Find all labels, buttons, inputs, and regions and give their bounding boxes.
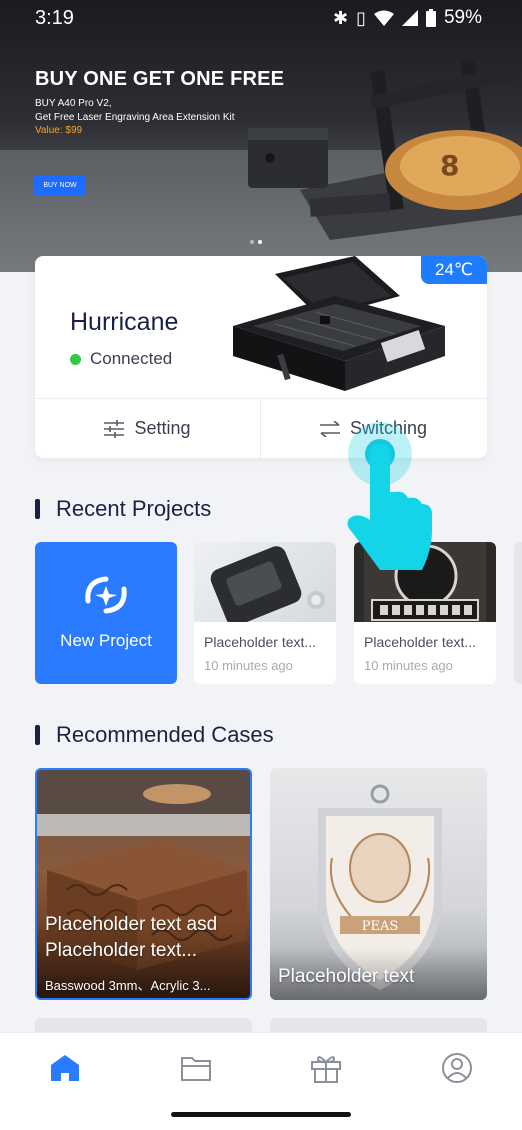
home-icon	[51, 1054, 80, 1081]
connected-status-dot	[70, 354, 81, 365]
project-card-peek[interactable]	[514, 542, 522, 684]
status-icons: ✱ ▯ 59%	[333, 7, 482, 29]
bluetooth-icon: ✱	[332, 7, 349, 28]
recent-projects-heading: Recent Projects	[35, 496, 211, 522]
recommended-case-card[interactable]: PEAS Placeholder text	[270, 768, 487, 1000]
case-image	[37, 770, 250, 998]
nav-projects[interactable]	[166, 1038, 226, 1098]
svg-text:PEAS: PEAS	[362, 919, 399, 934]
promo-title: BUY ONE GET ONE FREE	[35, 68, 285, 90]
heading-accent-bar	[35, 499, 40, 519]
gift-icon	[311, 1055, 342, 1083]
case-title: Placeholder text asd Placeholder text...	[45, 914, 218, 961]
connection-status: Connected	[90, 349, 173, 368]
swap-arrows-icon	[319, 420, 340, 437]
setting-label: Setting	[134, 418, 191, 438]
status-bar: 3:19 ✱ ▯ 59%	[0, 0, 522, 36]
recommended-case-card[interactable]: Placeholder text asd Placeholder text...…	[35, 768, 252, 1000]
buy-now-button[interactable]: BUY NOW	[34, 175, 86, 195]
profile-icon	[441, 1052, 472, 1083]
project-title: Placeholder text...	[364, 634, 477, 650]
project-title: Placeholder text...	[204, 634, 317, 650]
svg-text:8: 8	[440, 149, 459, 182]
device-name: Hurricane	[70, 308, 179, 336]
banner-engraver-image: 8	[248, 59, 522, 240]
promo-banner[interactable]: 8 3:19 ✱ ▯ 59% BUY ONE GET ONE FREE BUY …	[0, 0, 522, 272]
project-time: 10 minutes ago	[364, 658, 453, 673]
setting-button[interactable]: Setting	[35, 399, 260, 458]
wifi-icon	[373, 10, 394, 26]
recommended-cases-heading: Recommended Cases	[35, 722, 274, 748]
vibrate-icon: ▯	[356, 7, 366, 28]
device-image	[233, 256, 445, 391]
banner-dot	[250, 240, 254, 244]
project-thumbnail	[194, 542, 336, 622]
nav-profile[interactable]	[427, 1038, 487, 1098]
recent-projects-title: Recent Projects	[56, 496, 212, 521]
status-time: 3:19	[35, 7, 74, 29]
project-card[interactable]: Placeholder text... 10 minutes ago	[194, 542, 336, 684]
tap-hand-icon	[347, 422, 432, 570]
sliders-icon	[104, 419, 125, 438]
recommended-cases-title: Recommended Cases	[56, 722, 274, 747]
home-indicator[interactable]	[171, 1112, 351, 1117]
case-materials: Basswood 3mm、Acrylic 3...	[45, 978, 211, 993]
promo-subtitle: BUY A40 Pro V2, Get Free Laser Engraving…	[35, 98, 235, 123]
battery-icon	[425, 9, 436, 27]
nav-home[interactable]	[35, 1038, 95, 1098]
signal-icon	[401, 10, 418, 26]
banner-dot-active	[258, 240, 262, 244]
nav-gifts[interactable]	[296, 1038, 356, 1098]
project-time: 10 minutes ago	[204, 658, 293, 673]
banner-pagination	[250, 240, 262, 244]
bottom-navigation	[0, 1032, 522, 1102]
heading-accent-bar	[35, 725, 40, 745]
sparkle-icon	[85, 576, 127, 614]
case-title: Placeholder text	[278, 966, 415, 987]
battery-percent: 59%	[443, 7, 482, 28]
new-project-button[interactable]: New Project	[35, 542, 177, 684]
promo-value: Value: $99	[35, 125, 83, 136]
new-project-label: New Project	[60, 631, 152, 650]
folder-icon	[180, 1056, 211, 1081]
